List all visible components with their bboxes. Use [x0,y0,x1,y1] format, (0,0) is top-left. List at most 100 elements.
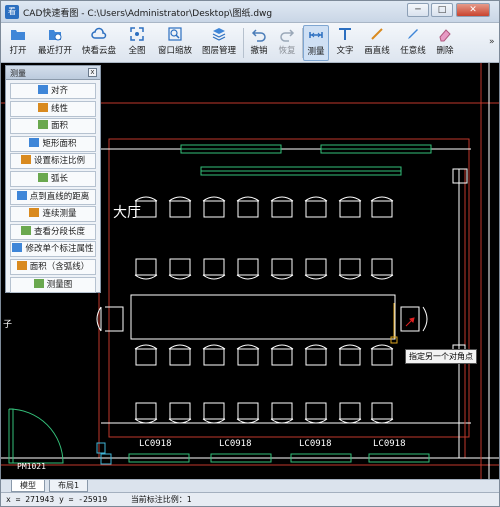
measure-icon [309,32,323,38]
layers-icon [212,28,226,41]
window-title: CAD快速看图 - C:\Users\Administrator\Desktop… [23,9,273,19]
edit-dimension-icon [12,243,23,253]
window-label: LC0918 [139,439,172,449]
chair [338,258,362,280]
toolbar-label: 任意线 [400,46,426,56]
toolbar-open-button[interactable]: 打开 [3,25,33,61]
toolbar-label: 删除 [436,46,454,56]
measure-item-label: 点到直线的距离 [29,191,90,202]
chair [168,402,192,424]
measure-item-2[interactable]: 线性 [10,100,96,117]
toolbar-fullview-button[interactable]: 全图 [122,25,152,61]
toolbar-freehand-button[interactable]: 任意线 [397,25,429,61]
left-mark: 子 [3,319,12,330]
toolbar-line-button[interactable]: 画直线 [361,25,393,61]
toolbar-measure-button[interactable]: 测量 [303,25,329,61]
measure-panel-title: 测量 [10,69,26,78]
segment-length-icon [20,225,31,235]
measure-item-label: 矩形面积 [42,138,77,149]
measure-item-9[interactable]: 查看分段长度 [10,223,96,240]
chair [134,258,158,280]
full-view-icon [130,27,144,41]
chair [168,258,192,280]
conference-table [130,294,396,340]
toolbar-label: 快看云盘 [81,46,116,56]
coordinate-readout: x = 271943 y = -25919 [6,495,108,504]
rect-area-icon [29,137,40,147]
recent-files-icon [49,30,62,41]
door-label: PM1021 [17,462,46,471]
toolbar-label: 画直线 [364,46,390,56]
chair [370,196,394,218]
chair [338,402,362,424]
panel-close-icon[interactable]: x [88,68,97,77]
toolbar-redo-button[interactable]: 恢复 [274,25,300,61]
measure-item-6[interactable]: 弧长 [10,171,96,187]
chair [270,402,294,424]
measure-panel-header[interactable]: 测量 x [6,66,100,80]
door-swing [8,408,64,464]
measure-item-10[interactable]: 修改单个标注属性 [10,241,96,258]
toolbar-text-button[interactable]: 文字 [332,25,358,61]
measure-map-icon [33,278,44,288]
toolbar-label: 打开 [9,46,27,56]
measure-item-11[interactable]: 面积（含弧线） [10,259,96,275]
continuous-measure-icon [29,208,40,218]
chair [270,196,294,218]
measure-item-4[interactable]: 矩形面积 [10,135,96,152]
measure-item-label: 面积 [50,121,68,132]
cloud-icon [91,27,107,39]
window-label: LC0918 [373,439,406,449]
close-button[interactable]: ✕ [456,3,490,17]
chair [370,258,394,280]
chair [202,258,226,280]
chair [236,344,260,366]
align-measure-icon [37,85,48,94]
toolbar-layers-button[interactable]: 图层管理 [198,25,240,61]
window-label: LC0918 [219,439,252,449]
tab-model[interactable]: 模型 [11,480,45,492]
toolbar-undo-button[interactable]: 撤销 [246,25,272,61]
measure-item-8[interactable]: 连续测量 [10,206,96,223]
measure-item-3[interactable]: 面积 [10,118,96,135]
measure-panel: 测量 x 对齐线性面积矩形面积设置标注比例弧长点到直线的距离 连续测量查看分段长度… [5,65,101,293]
app-window: 看 CAD快速看图 - C:\Users\Administrator\Deskt… [0,0,500,507]
chair [168,196,192,218]
chair [236,196,260,218]
measure-item-7[interactable]: 点到直线的距离 [10,188,96,205]
toolbar-overflow-chevron-icon[interactable]: » [489,37,495,47]
measure-item-label: 对齐 [50,86,68,96]
measure-item-5[interactable]: 设置标注比例 [10,153,96,170]
status-bar: x = 271943 y = -25919 当前标注比例：1 [1,492,499,506]
side-chairs [96,306,428,332]
title-bar: 看 CAD快速看图 - C:\Users\Administrator\Deskt… [1,1,499,23]
command-tooltip: 指定另一个对角点 [405,349,477,364]
toolbar-label: 最近打开 [37,46,72,56]
toolbar-cloud-button[interactable]: 快看云盘 [79,25,119,61]
chair [236,258,260,280]
chair [270,258,294,280]
text-icon [339,28,351,40]
chair [304,196,328,218]
measure-item-label: 修改单个标注属性 [25,244,94,255]
arc-length-icon [37,173,48,182]
chair [304,402,328,424]
chair [370,344,394,366]
toolbar-delete-button[interactable]: 删除 [432,25,458,61]
room-label: 大厅 [113,205,141,221]
toolbar-recent-button[interactable]: 最近打开 [35,25,75,61]
toolbar-zoom-window-button[interactable]: 窗口缩放 [155,25,195,61]
measure-item-label: 连续测量 [42,209,77,220]
linear-measure-icon [37,102,48,112]
tab-layout1[interactable]: 布局1 [49,480,89,492]
measure-item-1[interactable]: 对齐 [10,83,96,99]
measure-item-12[interactable]: 测量图 [10,276,96,293]
folder-open-icon [11,30,25,40]
toolbar-label: 全图 [128,46,146,56]
chair [134,402,158,424]
maximize-button[interactable]: □ [431,3,453,17]
measure-item-label: 弧长 [50,174,68,184]
minimize-button[interactable]: ─ [407,3,429,17]
chair-rows [134,196,394,424]
dimension-scale-readout: 当前标注比例：1 [130,495,192,504]
